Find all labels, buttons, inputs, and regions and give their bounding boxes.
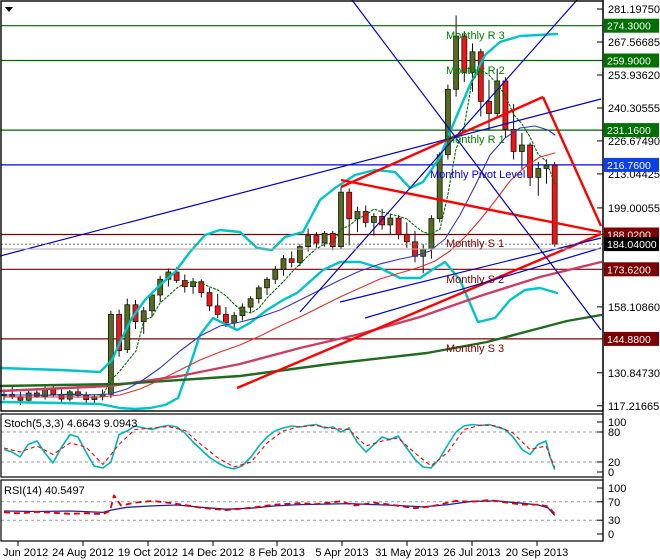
candle-bull bbox=[256, 288, 261, 299]
candle-bear bbox=[207, 293, 212, 306]
stoch-indicator-label: Stoch(5,3,3) 4.6643 9.0943 bbox=[4, 418, 137, 430]
candle-bear bbox=[223, 314, 228, 323]
candle-bear bbox=[215, 306, 220, 315]
level-label: Monthly S 2 bbox=[446, 274, 504, 286]
candle-bull bbox=[339, 192, 344, 246]
level-label: Monthly R 1 bbox=[446, 134, 505, 146]
chart-canvas: Monthly R 3 Monthly R 2 Monthly R 1 Monthly… bbox=[0, 0, 660, 560]
main-plot-area[interactable] bbox=[1, 1, 603, 411]
price-badge-label: 274.3000 bbox=[607, 21, 651, 33]
level-label: Monthly R 3 bbox=[446, 30, 505, 42]
candle-bear bbox=[396, 218, 401, 234]
candle-bear bbox=[51, 389, 56, 394]
panel-tick-label: 0 bbox=[608, 467, 614, 479]
price-badge-label: 184.04000 bbox=[607, 239, 657, 251]
price-badge-label: 231.1600 bbox=[607, 125, 651, 137]
date-label: 31 May 2013 bbox=[375, 547, 439, 559]
price-tick-label: 130.84730 bbox=[608, 368, 660, 380]
candle-bear bbox=[503, 81, 508, 129]
price-tick-label: 226.67490 bbox=[608, 136, 660, 148]
date-label: 26 Jul 2013 bbox=[444, 547, 501, 559]
candle-bull bbox=[536, 169, 541, 178]
candle-bull bbox=[306, 236, 311, 247]
level-label: Monthly Pivot Level bbox=[430, 169, 525, 181]
panel-tick-label: 80 bbox=[608, 427, 620, 439]
price-tick-label: 158.10860 bbox=[608, 302, 660, 314]
price-badge-label: 259.9000 bbox=[607, 56, 651, 68]
date-label: 14 Dec 2012 bbox=[182, 547, 244, 559]
candle-bear bbox=[552, 165, 557, 244]
candle-bull bbox=[519, 145, 524, 152]
price-tick-label: 267.56685 bbox=[608, 37, 660, 49]
price-tick-label: 240.30555 bbox=[608, 103, 660, 115]
candle-bull bbox=[495, 81, 500, 114]
candle-bear bbox=[363, 212, 368, 223]
panel-tick-label: 0 bbox=[608, 529, 614, 541]
candle-bear bbox=[330, 233, 335, 246]
candle-bear bbox=[289, 259, 294, 263]
date-label: 8 Feb 2013 bbox=[249, 547, 305, 559]
level-label: Monthly S 1 bbox=[446, 238, 504, 250]
candle-bull bbox=[281, 259, 286, 270]
date-label: 19 Oct 2012 bbox=[118, 547, 178, 559]
candle-bull bbox=[437, 155, 442, 219]
price-tick-label: 199.00055 bbox=[608, 203, 660, 215]
candle-bear bbox=[404, 235, 409, 242]
rsi-indicator-label: RSI(14) 40.5497 bbox=[4, 485, 85, 497]
date-label: 29 Jun 2012 bbox=[0, 547, 48, 559]
candle-bull bbox=[273, 270, 278, 280]
level-label: Monthly S 3 bbox=[446, 343, 504, 355]
candle-bull bbox=[388, 218, 393, 225]
candle-bull bbox=[454, 36, 459, 89]
price-tick-label: 117.21665 bbox=[608, 401, 659, 413]
price-badge-label: 216.7600 bbox=[607, 160, 651, 172]
candle-bull bbox=[248, 299, 253, 307]
candle-bear bbox=[528, 145, 533, 177]
candle-bull bbox=[150, 295, 155, 311]
price-badge-label: 144.8800 bbox=[607, 334, 651, 346]
date-label: 5 Apr 2013 bbox=[315, 547, 368, 559]
chart-window: Monthly R 3 Monthly R 2 Monthly R 1 Monthly… bbox=[0, 0, 660, 560]
candle-bear bbox=[314, 236, 319, 243]
date-label: 20 Sep 2013 bbox=[506, 547, 568, 559]
price-tick-label: 253.93620 bbox=[608, 70, 660, 82]
panel-tick-label: 30 bbox=[608, 515, 620, 527]
candle-bull bbox=[322, 233, 327, 243]
price-badge-label: 173.6200 bbox=[607, 264, 651, 276]
candle-bear bbox=[347, 192, 352, 219]
candle-bull bbox=[232, 316, 237, 323]
panel-tick-label: 70 bbox=[608, 497, 620, 509]
candle-bear bbox=[487, 101, 492, 113]
panel-tick-label: 100 bbox=[608, 483, 626, 495]
price-tick-label: 281.19750 bbox=[608, 4, 660, 16]
date-label: 24 Aug 2012 bbox=[52, 547, 114, 559]
candle-bull bbox=[265, 279, 270, 288]
level-label: Monthly R 2 bbox=[446, 65, 505, 77]
candle-bull bbox=[371, 216, 376, 222]
